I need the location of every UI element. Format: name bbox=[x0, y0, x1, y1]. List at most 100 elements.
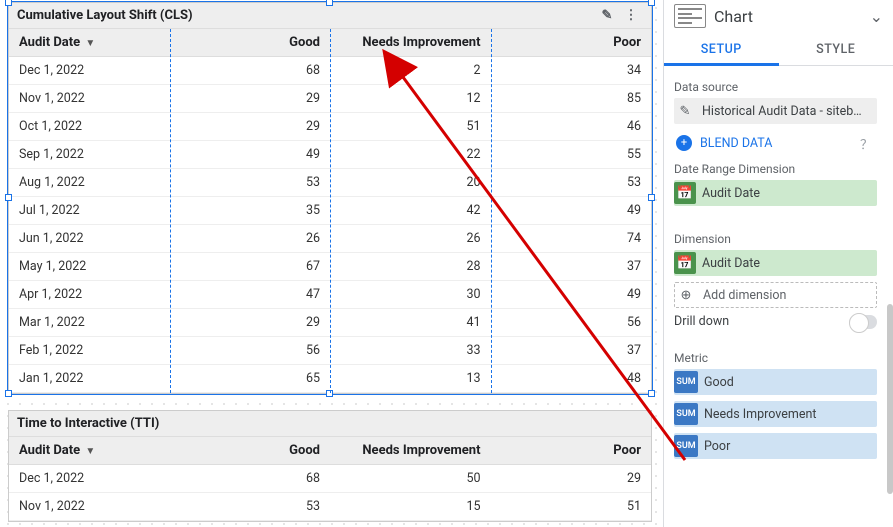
property-panel: Chart ⌄ SETUP STYLE Data source ✎ Histor… bbox=[663, 0, 893, 527]
cls-table: Audit Date ▼ Good Needs Improvement Poor… bbox=[9, 29, 651, 393]
cell-poor: 46 bbox=[491, 113, 652, 141]
metric-field[interactable]: SUMNeeds Improvement bbox=[674, 401, 877, 427]
cell-good: 56 bbox=[170, 337, 331, 365]
cell-needs: 51 bbox=[330, 113, 491, 141]
chart-tti[interactable]: Time to Interactive (TTI) Audit Date ▼ G… bbox=[8, 410, 652, 522]
panel-scrollbar[interactable] bbox=[887, 304, 893, 494]
cell-good: 65 bbox=[170, 365, 331, 393]
cell-good: 67 bbox=[170, 253, 331, 281]
col-header[interactable]: Audit Date ▼ bbox=[9, 437, 170, 465]
cell-needs: 33 bbox=[330, 337, 491, 365]
cell-date: Nov 1, 2022 bbox=[9, 493, 170, 521]
cell-poor: 55 bbox=[491, 141, 652, 169]
cell-good: 53 bbox=[170, 169, 331, 197]
chart-type-icon bbox=[674, 4, 706, 28]
chart-cls[interactable]: Cumulative Layout Shift (CLS) ✎ ⋮ Audit … bbox=[8, 2, 652, 394]
resize-handle[interactable] bbox=[326, 0, 333, 6]
cell-date: Dec 1, 2022 bbox=[9, 57, 170, 85]
chart-header: Cumulative Layout Shift (CLS) ✎ ⋮ bbox=[9, 3, 651, 29]
cell-poor: 51 bbox=[491, 493, 652, 521]
dimension-field[interactable]: 📅 Audit Date bbox=[674, 250, 877, 276]
col-header[interactable]: Poor bbox=[491, 437, 652, 465]
col-header[interactable]: Audit Date ▼ bbox=[9, 29, 170, 57]
resize-handle[interactable] bbox=[5, 0, 12, 6]
drill-down-toggle[interactable] bbox=[849, 315, 877, 329]
cell-poor: 49 bbox=[491, 197, 652, 225]
cell-poor: 56 bbox=[491, 309, 652, 337]
table-row: Jul 1, 2022354249 bbox=[9, 197, 651, 225]
cell-date: Sep 1, 2022 bbox=[9, 141, 170, 169]
col-header[interactable]: Poor bbox=[491, 29, 652, 57]
edit-icon: ✎ bbox=[674, 100, 696, 122]
resize-handle[interactable] bbox=[5, 390, 12, 397]
cell-poor: 74 bbox=[491, 225, 652, 253]
table-row: Aug 1, 2022532053 bbox=[9, 169, 651, 197]
cell-date: Nov 1, 2022 bbox=[9, 85, 170, 113]
section-date-range: Date Range Dimension bbox=[674, 162, 877, 176]
cell-poor: 37 bbox=[491, 253, 652, 281]
blend-data-button[interactable]: + BLEND DATA ？ bbox=[674, 130, 877, 156]
help-icon[interactable]: ？ bbox=[860, 134, 873, 153]
more-icon[interactable]: ⋮ bbox=[619, 8, 643, 23]
cell-needs: 30 bbox=[330, 281, 491, 309]
cell-date: Aug 1, 2022 bbox=[9, 169, 170, 197]
resize-handle[interactable] bbox=[648, 0, 655, 6]
col-header[interactable]: Needs Improvement bbox=[330, 29, 491, 57]
cell-poor: 34 bbox=[491, 57, 652, 85]
section-data-source: Data source bbox=[674, 80, 877, 94]
cell-poor: 85 bbox=[491, 85, 652, 113]
tab-style[interactable]: STYLE bbox=[779, 34, 893, 65]
plus-icon: + bbox=[676, 135, 692, 151]
table-row: Nov 1, 2022531551 bbox=[9, 493, 651, 521]
resize-handle[interactable] bbox=[648, 390, 655, 397]
table-row: Oct 1, 2022295146 bbox=[9, 113, 651, 141]
col-header[interactable]: Good bbox=[170, 29, 331, 57]
tab-setup[interactable]: SETUP bbox=[664, 34, 779, 66]
section-dimension: Dimension bbox=[674, 232, 877, 246]
cell-needs: 12 bbox=[330, 85, 491, 113]
report-canvas[interactable]: Cumulative Layout Shift (CLS) ✎ ⋮ Audit … bbox=[0, 0, 660, 527]
cell-good: 68 bbox=[170, 465, 331, 493]
col-header[interactable]: Good bbox=[170, 437, 331, 465]
cell-needs: 28 bbox=[330, 253, 491, 281]
resize-handle[interactable] bbox=[5, 194, 12, 201]
col-header[interactable]: Needs Improvement bbox=[330, 437, 491, 465]
calendar-icon: 📅 bbox=[674, 252, 696, 274]
cell-date: Jun 1, 2022 bbox=[9, 225, 170, 253]
table-row: Feb 1, 2022563337 bbox=[9, 337, 651, 365]
table-row: Jan 1, 2022651348 bbox=[9, 365, 651, 393]
cell-needs: 50 bbox=[330, 465, 491, 493]
panel-header[interactable]: Chart ⌄ bbox=[664, 0, 893, 34]
section-metric: Metric bbox=[674, 351, 877, 365]
chart-title: Cumulative Layout Shift (CLS) bbox=[17, 8, 193, 23]
resize-handle[interactable] bbox=[326, 390, 333, 397]
cell-good: 26 bbox=[170, 225, 331, 253]
edit-icon[interactable]: ✎ bbox=[595, 8, 619, 23]
cell-date: May 1, 2022 bbox=[9, 253, 170, 281]
chart-header: Time to Interactive (TTI) bbox=[9, 411, 651, 437]
cell-good: 35 bbox=[170, 197, 331, 225]
metric-name: Poor bbox=[704, 439, 730, 454]
cell-date: Mar 1, 2022 bbox=[9, 309, 170, 337]
cell-date: Feb 1, 2022 bbox=[9, 337, 170, 365]
table-row: Mar 1, 2022294156 bbox=[9, 309, 651, 337]
panel-tabs: SETUP STYLE bbox=[664, 34, 893, 66]
resize-handle[interactable] bbox=[648, 194, 655, 201]
data-source-chip[interactable]: ✎ Historical Audit Data - siteb… bbox=[674, 98, 877, 124]
date-range-field[interactable]: 📅 Audit Date bbox=[674, 180, 877, 206]
metric-name: Good bbox=[704, 375, 734, 390]
cell-good: 29 bbox=[170, 85, 331, 113]
metric-name: Needs Improvement bbox=[704, 407, 817, 422]
cell-good: 47 bbox=[170, 281, 331, 309]
drill-down-label: Drill down bbox=[674, 314, 729, 329]
chevron-down-icon[interactable]: ⌄ bbox=[870, 7, 883, 26]
tti-table: Audit Date ▼ Good Needs Improvement Poor… bbox=[9, 437, 651, 521]
cell-date: Jul 1, 2022 bbox=[9, 197, 170, 225]
metric-field[interactable]: SUMPoor bbox=[674, 433, 877, 459]
cell-needs: 13 bbox=[330, 365, 491, 393]
add-dimension-button[interactable]: ⊕ Add dimension bbox=[674, 282, 877, 308]
cell-needs: 26 bbox=[330, 225, 491, 253]
sort-desc-icon: ▼ bbox=[85, 446, 95, 457]
metric-field[interactable]: SUMGood bbox=[674, 369, 877, 395]
table-row: Jun 1, 2022262674 bbox=[9, 225, 651, 253]
